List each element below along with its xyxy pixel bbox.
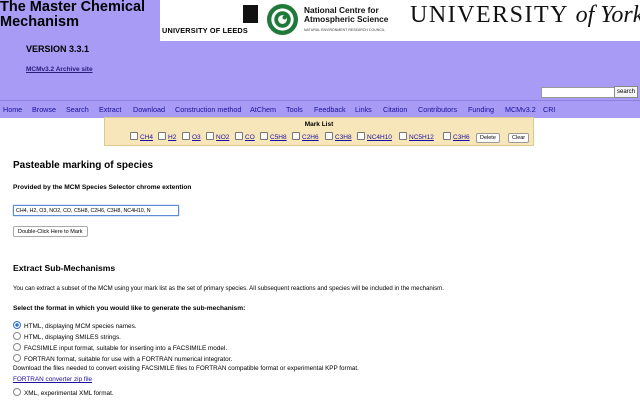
radio-icon[interactable] [13, 388, 21, 396]
checkbox-icon[interactable] [206, 132, 214, 140]
radio-icon[interactable] [13, 321, 21, 329]
radio-icon[interactable] [13, 354, 21, 362]
nav-mcmv32[interactable]: MCMv3.2 [505, 105, 536, 114]
mark-item-label[interactable]: C3H8 [335, 134, 352, 141]
pasteable-heading: Pasteable marking of species [13, 160, 154, 171]
fortran-converter-link[interactable]: FORTRAN converter zip file [13, 376, 92, 383]
mark-item-label[interactable]: C3H6 [453, 134, 470, 141]
double-click-mark-button[interactable]: Double-Click Here to Mark [13, 226, 88, 237]
extract-intro: You can extract a subset of the MCM usin… [13, 285, 444, 292]
option-label: FACSIMILE input format, suitable for ins… [24, 345, 228, 352]
york-logo-university: UNIVERSITY [410, 2, 569, 28]
nav-tools[interactable]: Tools [286, 105, 303, 114]
mark-list-panel: Mark List CH4 H2 O3 NO2 CO C5H8 C2H6 C3H… [104, 117, 534, 146]
mark-item-c3h6[interactable]: C3H6 [443, 132, 470, 141]
nav-cri[interactable]: CRI [543, 105, 555, 114]
mark-item-label[interactable]: NC4H10 [367, 134, 392, 141]
radio-icon[interactable] [13, 343, 21, 351]
checkbox-icon[interactable] [182, 132, 190, 140]
ncas-logo-text: National Centre for Atmospheric Science [304, 6, 388, 24]
option-facsimile[interactable]: FACSIMILE input format, suitable for ins… [13, 343, 227, 352]
download-note: Download the files needed to convert exi… [13, 365, 359, 372]
nav-links[interactable]: Links [355, 105, 372, 114]
mark-item-nc4h10[interactable]: NC4H10 [357, 132, 392, 141]
checkbox-icon[interactable] [292, 132, 300, 140]
nav-funding[interactable]: Funding [468, 105, 494, 114]
pasteable-subheading: Provided by the MCM Species Selector chr… [13, 184, 192, 191]
option-label: HTML, displaying MCM species names. [24, 323, 137, 330]
mark-item-label[interactable]: CH4 [140, 134, 153, 141]
mark-item-o3[interactable]: O3 [182, 132, 201, 141]
option-html-smiles[interactable]: HTML, displaying SMILES strings. [13, 332, 121, 341]
mark-item-label[interactable]: CO [245, 134, 255, 141]
mark-item-h2[interactable]: H2 [158, 132, 176, 141]
site-header: The Master Chemical Mechanism VERSION 3.… [0, 0, 640, 100]
mark-item-nc5h12[interactable]: NC5H12 [399, 132, 434, 141]
checkbox-icon[interactable] [158, 132, 166, 140]
checkbox-icon[interactable] [443, 132, 451, 140]
mark-item-c3h8[interactable]: C3H8 [325, 132, 352, 141]
checkbox-icon[interactable] [260, 132, 268, 140]
york-logo[interactable]: UNIVERSITY of York [410, 2, 640, 29]
mark-list-title: Mark List [304, 121, 334, 128]
ncas-subtext: NATURAL ENVIRONMENT RESEARCH COUNCIL [304, 28, 385, 32]
mark-item-label[interactable]: H2 [168, 134, 176, 141]
option-xml[interactable]: XML, experimental XML format. [13, 388, 114, 397]
checkbox-icon[interactable] [357, 132, 365, 140]
delete-button[interactable]: Delete [476, 133, 500, 143]
leeds-logo-text: UNIVERSITY OF LEEDS [162, 26, 248, 35]
option-fortran[interactable]: FORTRAN format, suitable for use with a … [13, 354, 232, 363]
mark-item-c5h8[interactable]: C5H8 [260, 132, 287, 141]
nav-construction-method[interactable]: Construction method [175, 105, 241, 114]
clear-button[interactable]: Clear [508, 133, 530, 143]
nav-extract[interactable]: Extract [99, 105, 121, 114]
mark-item-no2[interactable]: NO2 [206, 132, 229, 141]
site-title-line2: Mechanism [0, 14, 79, 30]
option-label: FORTRAN format, suitable for use with a … [24, 356, 233, 363]
leeds-crest-icon [243, 5, 258, 23]
site-title-line1: The Master Chemical [0, 0, 146, 15]
archive-link[interactable]: MCMv3.2 Archive site [26, 66, 93, 73]
nav-atchem[interactable]: AtChem [250, 105, 276, 114]
nav-home[interactable]: Home [3, 105, 22, 114]
format-prompt: Select the format in which you would lik… [13, 305, 246, 312]
mark-item-label[interactable]: NO2 [216, 134, 229, 141]
nav-feedback[interactable]: Feedback [314, 105, 346, 114]
mark-item-ch4[interactable]: CH4 [130, 132, 153, 141]
nav-download[interactable]: Download [133, 105, 165, 114]
option-label: HTML, displaying SMILES strings. [24, 334, 121, 341]
search-button[interactable]: search [614, 86, 638, 98]
york-logo-of-york: of York [575, 2, 640, 28]
ncas-line2: Atmospheric Science [304, 14, 389, 24]
main-nav: Home Browse Search Extract Download Cons… [0, 100, 640, 118]
leeds-logo[interactable]: UNIVERSITY OF LEEDS [160, 0, 260, 41]
logo-strip: UNIVERSITY OF LEEDS National Centre for … [160, 0, 640, 41]
nav-browse[interactable]: Browse [32, 105, 56, 114]
mark-item-c2h6[interactable]: C2H6 [292, 132, 319, 141]
mark-item-co[interactable]: CO [235, 132, 255, 141]
nav-search[interactable]: Search [66, 105, 89, 114]
mark-item-label[interactable]: NC5H12 [409, 134, 434, 141]
option-label: XML, experimental XML format. [24, 390, 114, 397]
mark-item-label[interactable]: C2H6 [302, 134, 319, 141]
option-html-names[interactable]: HTML, displaying MCM species names. [13, 321, 137, 330]
extract-heading: Extract Sub-Mechanisms [13, 263, 116, 273]
checkbox-icon[interactable] [325, 132, 333, 140]
checkbox-icon[interactable] [130, 132, 138, 140]
ncas-emblem-icon [266, 3, 299, 36]
version-label: VERSION 3.3.1 [26, 44, 90, 54]
checkbox-icon[interactable] [399, 132, 407, 140]
species-paste-input[interactable] [13, 205, 179, 216]
mark-item-label[interactable]: O3 [192, 134, 201, 141]
mark-item-label[interactable]: C5H8 [270, 134, 287, 141]
nav-contributors[interactable]: Contributors [418, 105, 457, 114]
checkbox-icon[interactable] [235, 132, 243, 140]
search-input[interactable] [541, 87, 617, 98]
nav-citation[interactable]: Citation [383, 105, 407, 114]
ncas-logo[interactable]: National Centre for Atmospheric Science … [266, 0, 401, 41]
radio-icon[interactable] [13, 332, 21, 340]
site-title: The Master Chemical Mechanism [0, 0, 160, 30]
